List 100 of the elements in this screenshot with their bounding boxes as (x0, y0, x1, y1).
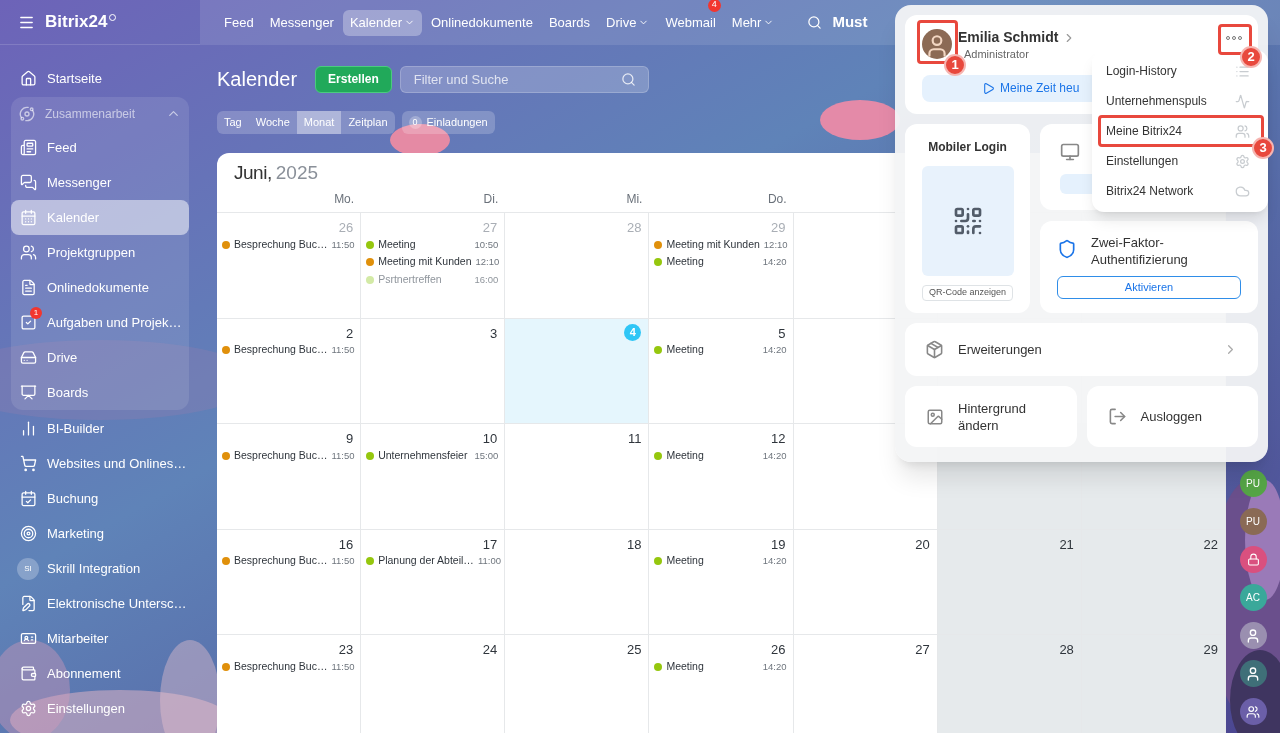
calendar-event[interactable]: Meeting 14:20 (649, 447, 793, 465)
calendar-event[interactable]: Psrtnertreffen 16:00 (361, 271, 505, 289)
document-icon (19, 279, 37, 296)
calendar-event[interactable]: Besprechung Buc… 11:50 (217, 658, 361, 676)
id-card-icon (19, 630, 37, 647)
day-number: 22 (1203, 535, 1218, 553)
newspaper-icon (19, 139, 37, 156)
background-button[interactable]: Hintergrund ändern (905, 386, 1077, 447)
view-tab[interactable]: Zeitplan (341, 111, 395, 134)
card-title: Mobiler Login (928, 139, 1007, 156)
users-icon (19, 244, 37, 261)
weekday-label: Do. (767, 192, 787, 206)
nav-tab[interactable]: Webmail (658, 9, 723, 36)
nav-tab[interactable]: Onlinedokumente (424, 9, 540, 36)
sidebar-item[interactable]: 1 Aufgaben und Projek… (11, 305, 189, 340)
user-name[interactable]: Emilia Schmidt (958, 27, 1059, 48)
logout-icon (1107, 407, 1127, 426)
calendar-event[interactable]: Meeting 14:20 (649, 253, 793, 271)
box-icon (925, 340, 944, 359)
calendar-event[interactable]: Meeting 10:50 (361, 236, 505, 254)
menu-item[interactable]: Meine Bitrix24 (1106, 122, 1183, 140)
calendar-event[interactable]: Meeting 14:20 (649, 658, 793, 676)
invitations-button[interactable]: 0 Einladungen (401, 111, 495, 134)
calendar-event[interactable]: Meeting mit Kunden 12:10 (361, 253, 505, 271)
nav-tab[interactable]: Mehr (724, 9, 782, 36)
user-role: Administrator (963, 47, 1030, 62)
nav-tab[interactable]: Feed (217, 9, 261, 36)
play-icon (982, 81, 995, 95)
day-number: 26 (338, 219, 354, 236)
sidebar-item[interactable]: Mitarbeiter (11, 621, 189, 656)
calendar-event[interactable]: Meeting mit Kunden 12:10 (649, 236, 793, 254)
view-tab[interactable]: Woche (248, 111, 297, 134)
calendar-event[interactable]: Unternehmensfeier 15:00 (361, 447, 505, 465)
avatar-icon: SI (17, 557, 39, 580)
view-tab[interactable]: Tag (217, 111, 249, 134)
day-number: 26 (771, 641, 786, 658)
list-icon (1235, 63, 1250, 79)
sidebar-item[interactable]: Drive (11, 340, 189, 375)
search-icon[interactable] (807, 15, 823, 30)
day-number: 28 (626, 219, 642, 236)
sidebar-item[interactable]: Boards (11, 375, 189, 410)
day-number: 25 (626, 641, 642, 658)
sidebar-item[interactable]: Marketing (11, 516, 189, 551)
day-number: 18 (626, 535, 642, 553)
weekday-label: Mo. (334, 192, 355, 206)
sidebar-item[interactable]: Buchung (11, 481, 189, 516)
checkbox-icon (19, 314, 37, 331)
day-number: 19 (771, 535, 786, 553)
calendar-event[interactable]: Meeting 14:20 (649, 341, 793, 359)
day-number: 27 (482, 219, 498, 236)
day-number: 10 (482, 430, 498, 447)
extensions-row[interactable]: Erweiterungen (905, 323, 1258, 376)
calendar-event[interactable]: Planung der Abteil… 11:00 (361, 552, 505, 570)
sidebar-item[interactable]: Onlinedokumente (11, 270, 189, 305)
menu-item[interactable]: Einstellungen (1106, 152, 1179, 170)
day-number: 20 (915, 535, 930, 553)
wallet-icon (19, 665, 37, 682)
sidebar-item[interactable]: Messenger (11, 165, 189, 200)
logo: Bitrix24 (45, 11, 108, 34)
sidebar-item[interactable]: Startseite (11, 61, 189, 96)
year-label: 2025 (275, 160, 319, 185)
nav-tab[interactable]: Drive (599, 9, 657, 36)
calendar-event[interactable]: Besprechung Buc… 11:50 (217, 236, 361, 254)
settings-icon (19, 700, 37, 717)
sidebar-item[interactable]: Abonnement (11, 656, 189, 691)
sidebar-item[interactable]: BI-Builder (11, 411, 189, 446)
nav-tab[interactable]: Boards (541, 9, 598, 36)
chat-icon (19, 174, 37, 191)
sidebar-item[interactable]: Websites und Onlines… (11, 446, 189, 481)
nav-tab[interactable]: Messenger (262, 9, 341, 36)
logout-button[interactable]: Ausloggen (1086, 386, 1258, 447)
sidebar-item[interactable]: Projektgruppen (11, 235, 189, 270)
monitor-icon (1060, 142, 1080, 162)
create-button[interactable]: Erstellen (315, 65, 392, 93)
drive-icon (19, 349, 37, 366)
sidebar-item[interactable]: Feed (11, 130, 189, 165)
cloud-icon (1235, 183, 1250, 199)
settings-icon (1235, 153, 1250, 169)
activate-button[interactable]: Aktivieren (1057, 276, 1241, 299)
sidebar-item[interactable]: SI Skrill Integration (11, 551, 189, 586)
qr-code-button[interactable]: QR-Code anzeigen (921, 285, 1013, 301)
day-number: 9 (345, 430, 354, 447)
calendar-event[interactable]: Meeting 14:20 (649, 552, 793, 570)
calendar-event[interactable]: Besprechung Buc… 11:50 (217, 341, 361, 359)
menu-item[interactable]: Bitrix24 Network (1106, 182, 1194, 200)
calendar-event[interactable]: Besprechung Buc… 11:50 (217, 552, 361, 570)
shield-icon (1057, 239, 1077, 259)
card-title: Zwei-Faktor-Authentifizierung (1091, 234, 1189, 268)
day-number: 23 (338, 641, 354, 658)
sidebar-item[interactable]: Elektronische Untersc… (11, 586, 189, 621)
nav-tab[interactable]: Kalender (342, 9, 422, 36)
avatar-icon[interactable] (922, 28, 952, 59)
month-label: Juni, (234, 160, 272, 185)
weekday-label: Di. (483, 192, 499, 206)
calendar-event[interactable]: Besprechung Buc… 11:50 (217, 447, 361, 465)
day-number: 27 (915, 641, 930, 658)
day-number: 2 (345, 324, 354, 342)
group-header[interactable]: Zusammenarbeit (11, 97, 189, 130)
circles-icon (19, 105, 35, 122)
company-name: Must (832, 12, 868, 33)
